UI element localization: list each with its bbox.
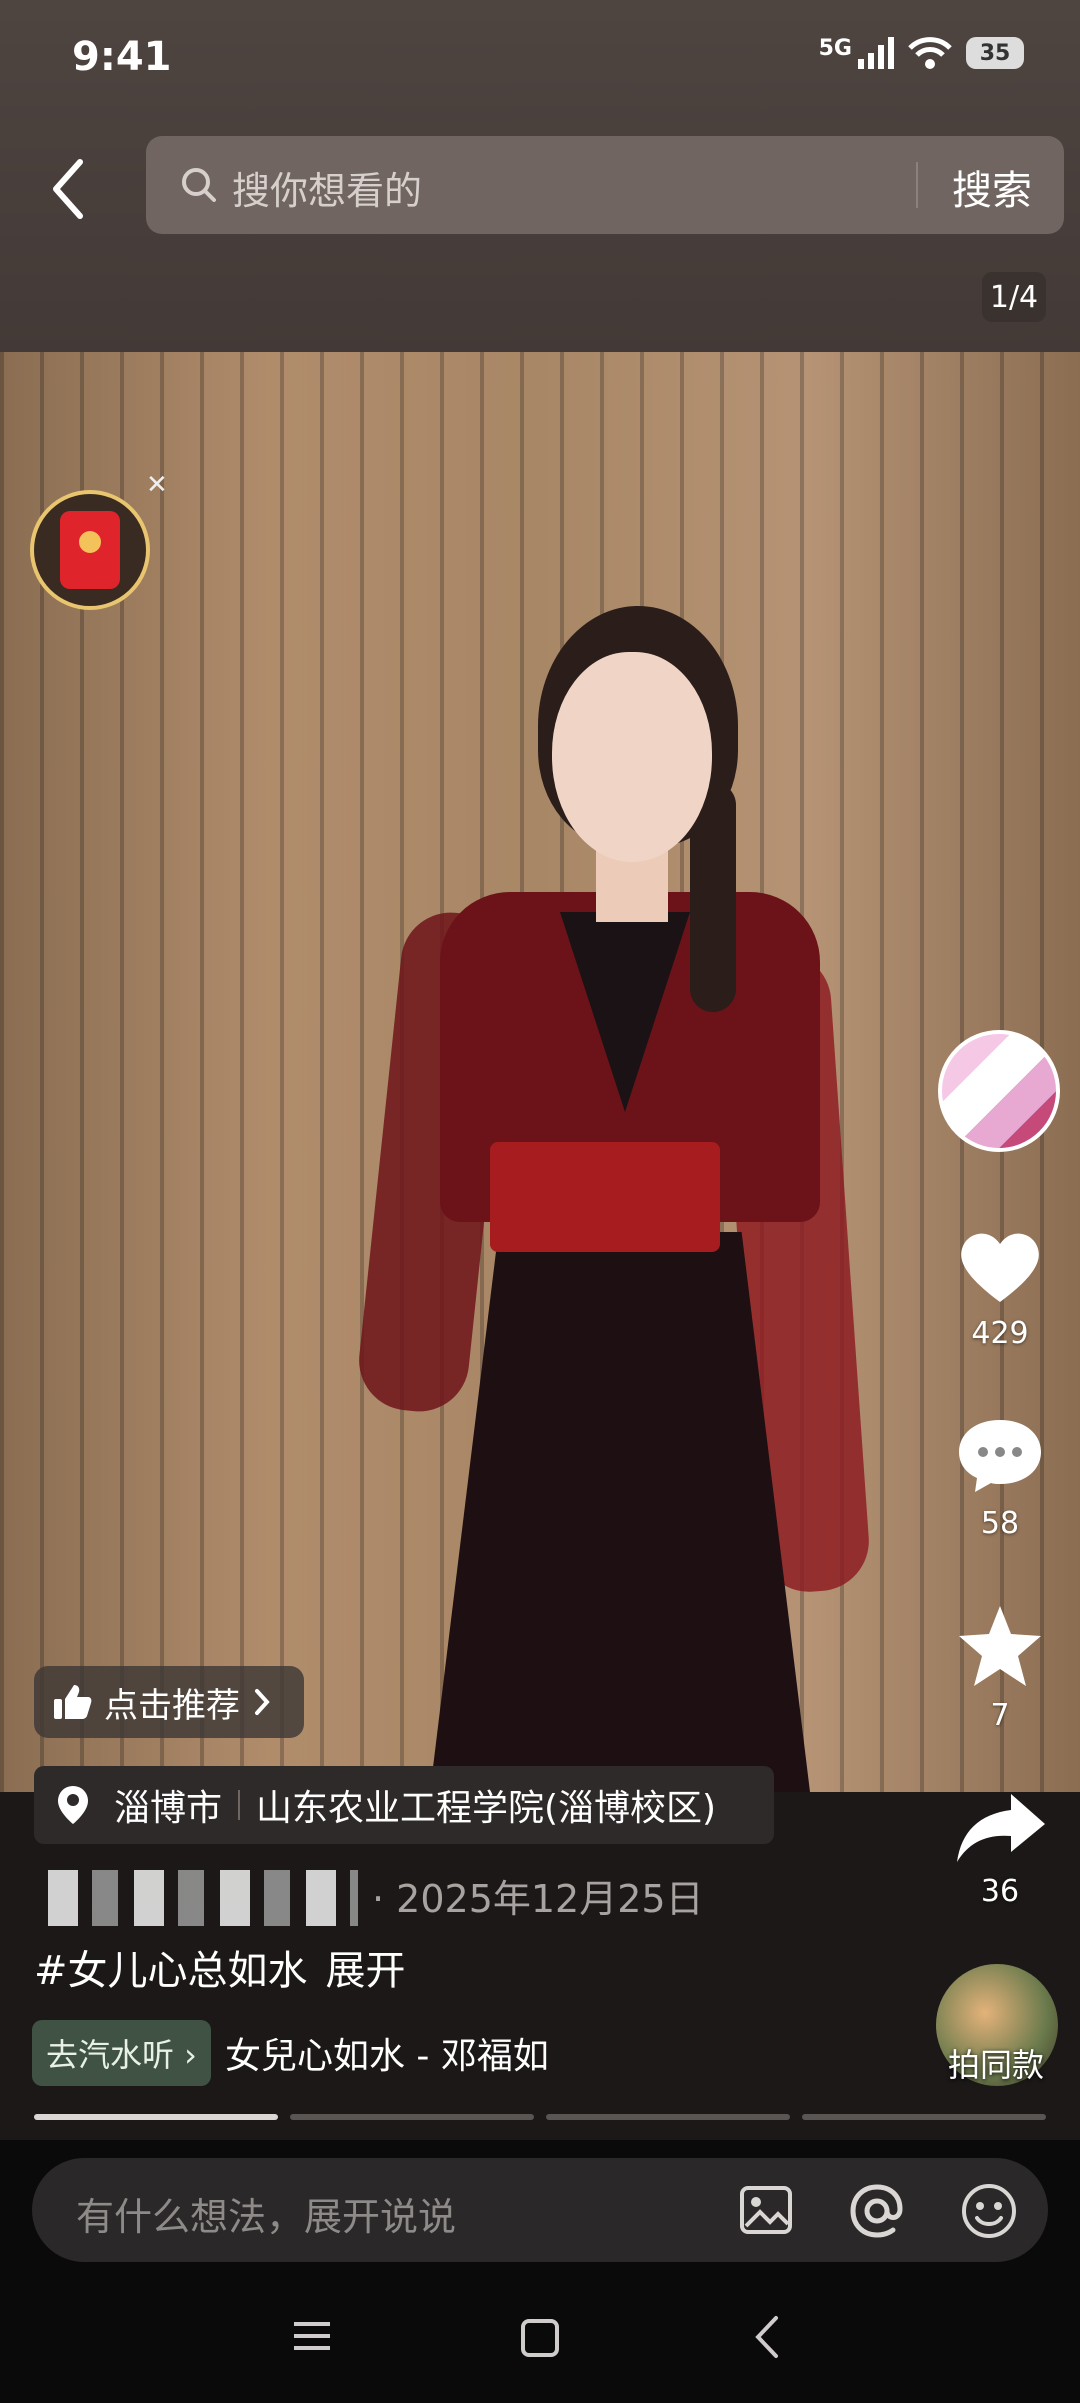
expand-link[interactable]: 展开 bbox=[326, 1948, 406, 1994]
status-icons: 5G 35 bbox=[819, 36, 1024, 70]
search-button[interactable]: 搜索 bbox=[952, 158, 1032, 216]
comment-count: 58 bbox=[980, 1506, 1020, 1541]
like-button[interactable]: 429 bbox=[948, 1226, 1052, 1351]
hashtag-link[interactable]: #女儿心总如水 bbox=[34, 1948, 308, 1994]
comment-icon bbox=[959, 1420, 1041, 1492]
post-caption: #女儿心总如水 展开 bbox=[34, 1938, 406, 1996]
photo-figure-part bbox=[490, 1142, 720, 1252]
same-style-label[interactable]: 拍同款 bbox=[948, 2040, 1044, 2086]
comment-input[interactable]: 有什么想法，展开说说 bbox=[32, 2158, 1048, 2262]
post-date: · 2025年12月25日 bbox=[372, 1877, 704, 1921]
heart-icon bbox=[961, 1233, 1039, 1302]
location-pin-icon bbox=[58, 1786, 88, 1824]
home-icon[interactable] bbox=[518, 2316, 562, 2360]
location-place: 山东农业工程学院(淄博校区) bbox=[256, 1788, 717, 1829]
network-label: 5G bbox=[818, 35, 852, 61]
progress-segment bbox=[290, 2114, 534, 2120]
location-tag[interactable]: 淄博市 山东农业工程学院(淄博校区) bbox=[34, 1766, 774, 1844]
carousel-progress bbox=[34, 2114, 1046, 2120]
location-divider bbox=[238, 1790, 241, 1820]
photo-figure-part bbox=[552, 652, 712, 862]
status-time: 9:41 bbox=[72, 34, 172, 80]
back-icon[interactable] bbox=[44, 154, 94, 224]
search-icon bbox=[182, 168, 216, 202]
wifi-icon bbox=[908, 37, 952, 69]
star-icon bbox=[959, 1606, 1041, 1686]
author-name-redacted[interactable] bbox=[48, 1870, 358, 1926]
recommend-label: 点击推荐 bbox=[104, 1685, 240, 1726]
thumb-up-icon bbox=[54, 1685, 92, 1719]
red-packet-envelope bbox=[60, 511, 120, 589]
close-icon[interactable]: ✕ bbox=[146, 470, 168, 500]
like-count: 429 bbox=[971, 1316, 1029, 1351]
search-divider bbox=[916, 162, 918, 208]
share-count: 36 bbox=[980, 1874, 1020, 1909]
author-avatar[interactable] bbox=[938, 1030, 1060, 1152]
music-app-tag[interactable]: 去汽水听 › bbox=[32, 2020, 211, 2086]
location-city: 淄博市 bbox=[114, 1788, 223, 1829]
page-indicator: 1/4 bbox=[982, 272, 1046, 322]
nav-back-icon[interactable] bbox=[752, 2314, 782, 2360]
signal-icon bbox=[858, 37, 894, 69]
recommend-button[interactable]: 点击推荐 bbox=[34, 1666, 304, 1738]
progress-segment bbox=[34, 2114, 278, 2120]
comment-button[interactable]: 58 bbox=[948, 1416, 1052, 1541]
system-nav-bar bbox=[0, 2300, 1080, 2403]
comment-placeholder: 有什么想法，展开说说 bbox=[76, 2195, 457, 2239]
search-placeholder: 搜你想看的 bbox=[232, 169, 423, 213]
chevron-right-icon bbox=[255, 1689, 270, 1715]
emoji-icon[interactable] bbox=[960, 2182, 1018, 2240]
menu-icon[interactable] bbox=[290, 2316, 334, 2356]
progress-segment bbox=[546, 2114, 790, 2120]
favorite-button[interactable]: 7 bbox=[948, 1604, 1052, 1733]
share-button[interactable]: 36 bbox=[948, 1790, 1052, 1909]
music-row[interactable]: 去汽水听 › 女兒心如水 - 邓福如 bbox=[32, 2020, 549, 2086]
share-icon bbox=[957, 1794, 1045, 1862]
post-photo[interactable] bbox=[0, 352, 1080, 1792]
search-input[interactable]: 搜你想看的 搜索 bbox=[146, 136, 1064, 234]
at-icon[interactable] bbox=[848, 2182, 906, 2240]
favorite-count: 7 bbox=[990, 1698, 1010, 1733]
music-title: 女兒心如水 - 邓福如 bbox=[224, 2036, 549, 2077]
battery-icon: 35 bbox=[966, 37, 1024, 69]
red-packet-icon[interactable] bbox=[30, 490, 150, 610]
image-icon[interactable] bbox=[738, 2182, 794, 2238]
progress-segment bbox=[802, 2114, 1046, 2120]
